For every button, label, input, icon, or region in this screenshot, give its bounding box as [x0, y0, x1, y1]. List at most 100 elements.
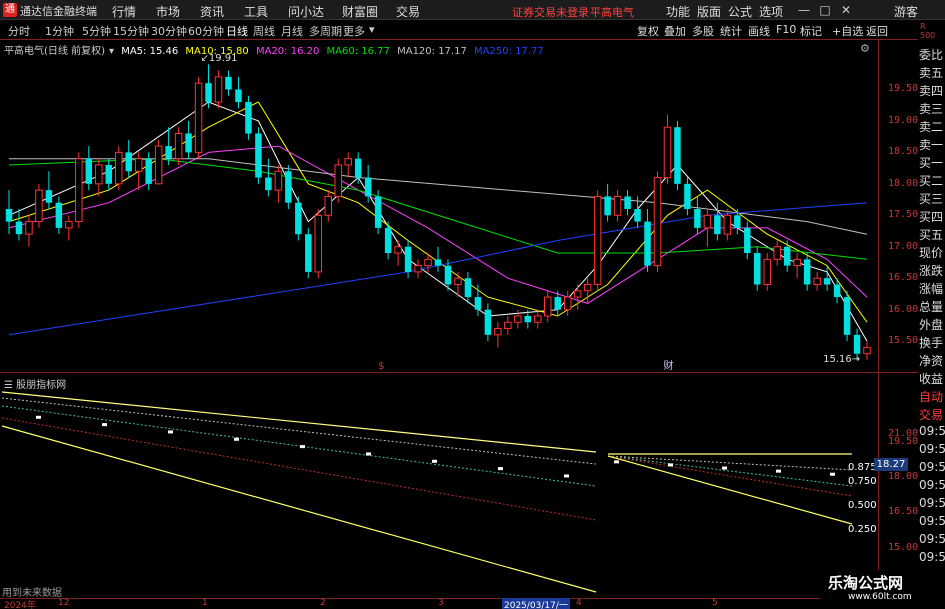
sidebar-header-bottom: 500	[920, 31, 936, 40]
candle-body	[773, 246, 781, 260]
toolbar-back[interactable]: 返回	[866, 23, 888, 39]
candle-body	[494, 328, 502, 336]
candle-body	[604, 196, 611, 216]
y-tick-label: 16.50	[888, 272, 919, 284]
menu-formula[interactable]: 公式	[728, 3, 752, 20]
date-tick: 12	[58, 598, 70, 608]
low-price-marker: 15.16→	[823, 354, 860, 365]
candle-body	[763, 258, 771, 285]
menu-quotes[interactable]: 行情	[112, 3, 136, 20]
signal-dot	[234, 437, 239, 441]
candle-body	[324, 195, 332, 216]
period-15min[interactable]: 15分钟	[113, 23, 149, 39]
period-weekly[interactable]: 周线	[253, 23, 275, 39]
period-1min[interactable]: 1分钟	[45, 23, 74, 39]
menu-bar: 通 通达信金融终端 行情 市场 资讯 工具 问小达 财富圈 交易 证券交易未登录…	[0, 0, 945, 20]
candle-body	[45, 190, 53, 203]
stock-name-label: 平高电气	[590, 6, 634, 19]
candle-body	[524, 315, 532, 323]
menu-trade[interactable]: 交易	[396, 3, 420, 20]
menu-wealth[interactable]: 财富圈	[342, 3, 378, 20]
candlestick-chart[interactable]: ↙19.9115.16→$ 财	[0, 40, 878, 372]
period-60min[interactable]: 60分钟	[188, 23, 224, 39]
maximize-icon[interactable]: □	[817, 2, 833, 18]
signal-dot	[300, 445, 305, 449]
user-guest[interactable]: 游客	[894, 3, 918, 20]
settings-gear-icon[interactable]: ⚙	[860, 42, 870, 55]
y-tick-label: 17.50	[888, 209, 919, 221]
date-tick: 2	[320, 598, 326, 608]
candle-body	[35, 189, 43, 223]
toolbar-f10[interactable]: F10	[776, 23, 796, 36]
period-daily[interactable]: 日线	[226, 23, 248, 39]
candle-body	[823, 278, 831, 285]
chevron-down-icon[interactable]: ▾	[109, 46, 114, 57]
app-logo-icon: 通	[3, 3, 17, 17]
menu-tools[interactable]: 工具	[244, 3, 268, 20]
period-30min[interactable]: 30分钟	[151, 23, 187, 39]
menu-ask[interactable]: 问小达	[288, 3, 324, 20]
quote-sidebar: 委比 卖五 卖四 卖三 卖二 卖一 买一 买二 买三 买四 买五 现价 涨跌 涨幅 总量 外盘 换手 净资 收益 自动…	[918, 30, 945, 609]
y-tick-label: 16.50	[888, 506, 919, 517]
sidebar-item: 现价	[919, 246, 944, 260]
signal-dot	[498, 467, 503, 471]
period-monthly[interactable]: 月线	[281, 23, 303, 39]
close-icon[interactable]: ✕	[838, 2, 854, 18]
toolbar-mark[interactable]: 标记	[800, 23, 822, 39]
menu-market[interactable]: 市场	[156, 3, 180, 20]
period-more[interactable]: 更多	[343, 23, 365, 39]
main-y-axis: 19.50 19.00 18.50 18.00 17.50 17.00 16.50 16.00…	[880, 40, 918, 372]
chevron-down-icon[interactable]: ▾	[369, 23, 375, 36]
signal-dot	[366, 452, 371, 456]
toolbar-draw[interactable]: 画线	[748, 23, 770, 39]
y-tick-label: 15.00	[888, 542, 919, 553]
candle-body	[534, 315, 542, 323]
candle-body	[474, 297, 482, 310]
candle-body	[25, 221, 33, 235]
signal-dot	[168, 430, 173, 434]
y-tick-label: 18.00	[888, 177, 919, 189]
crosshair-date: 2025/03/17/一	[502, 598, 570, 609]
candle-body	[563, 296, 572, 311]
candle-body	[344, 158, 352, 166]
indicator-menu-icon[interactable]: ☰	[4, 380, 13, 391]
candle-body	[5, 209, 13, 222]
menu-layout[interactable]: 版面	[697, 3, 721, 20]
trade-login-warning[interactable]: 证券交易未登录	[512, 4, 589, 20]
signal-dot	[830, 472, 835, 476]
pane-divider[interactable]	[0, 372, 918, 373]
candle-body	[593, 195, 602, 286]
sidebar-item: 涨幅	[919, 282, 944, 296]
fan-line	[1, 405, 597, 487]
app-title: 通达信金融终端	[20, 5, 97, 18]
menu-news[interactable]: 资讯	[200, 3, 224, 20]
candle-body	[434, 259, 442, 266]
signal-dot	[36, 415, 41, 419]
candle-body	[663, 126, 672, 179]
minimize-icon[interactable]: —	[796, 2, 812, 18]
toolbar-multi-stock[interactable]: 多股	[692, 23, 714, 39]
toolbar-stats[interactable]: 统计	[720, 23, 742, 39]
axis-divider	[878, 40, 879, 598]
y-tick-label: 19.50	[888, 436, 919, 447]
fan-line	[1, 417, 597, 521]
signal-dot	[102, 423, 107, 427]
fan-line	[607, 455, 853, 471]
indicator-chart[interactable]: 0.875 0.750 0.500 0.250	[0, 374, 878, 598]
menu-function[interactable]: 功能	[666, 3, 690, 20]
fib-level-label: 0.875	[848, 462, 877, 473]
candle-body	[573, 290, 582, 298]
candle-body	[374, 196, 382, 228]
watermark: 乐淘公式网 www.60lt.com	[820, 570, 945, 609]
period-multi[interactable]: 多周期	[309, 23, 342, 39]
date-tick: 2024年	[4, 601, 36, 609]
period-5min[interactable]: 5分钟	[82, 23, 111, 39]
toolbar-overlay[interactable]: 叠加	[664, 23, 686, 39]
candle-body	[624, 196, 631, 209]
candle-body	[484, 309, 492, 335]
toolbar-add-watchlist[interactable]: +自选	[832, 23, 863, 39]
period-tick[interactable]: 分时	[8, 23, 30, 39]
menu-options[interactable]: 选项	[759, 3, 783, 20]
toolbar-restore-rights[interactable]: 复权	[637, 23, 659, 39]
sidebar-item: 买二	[919, 174, 944, 188]
